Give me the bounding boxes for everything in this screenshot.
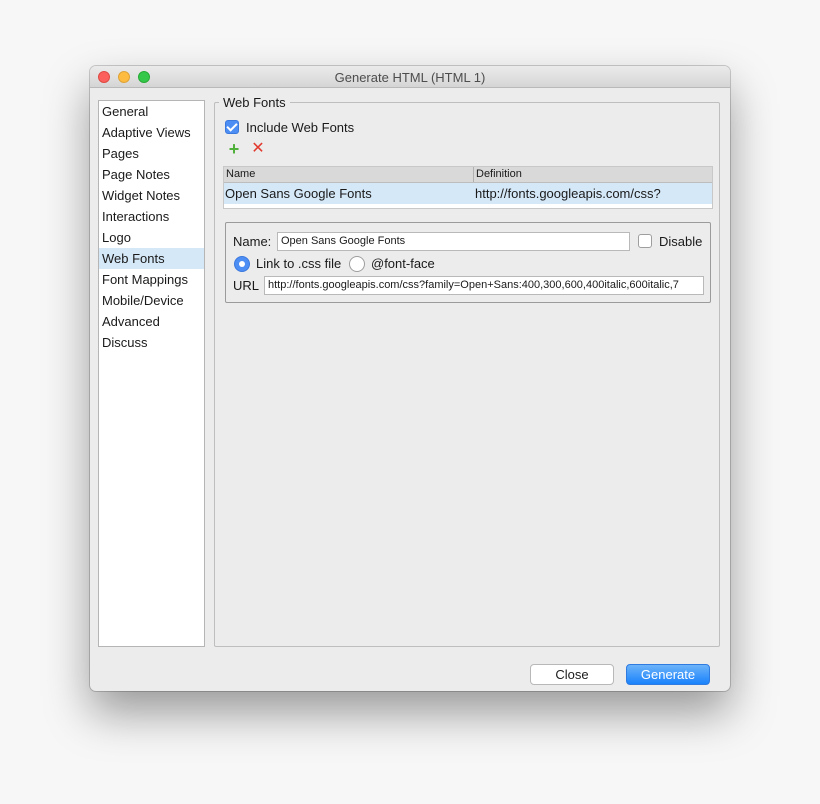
generate-button[interactable]: Generate [626, 664, 710, 685]
link-css-label[interactable]: Link to .css file [256, 256, 341, 271]
table-row[interactable]: Open Sans Google Fonts http://fonts.goog… [224, 183, 712, 204]
include-web-fonts-row[interactable]: Include Web Fonts [225, 118, 354, 136]
font-details-box: Name: Open Sans Google Fonts Disable Lin… [225, 222, 711, 303]
url-field[interactable]: http://fonts.googleapis.com/css?family=O… [264, 276, 704, 295]
sidebar-item-page-notes[interactable]: Page Notes [99, 164, 204, 185]
sidebar-item-discuss[interactable]: Discuss [99, 332, 204, 353]
sidebar-item-advanced[interactable]: Advanced [99, 311, 204, 332]
row-name-cell: Open Sans Google Fonts [225, 186, 372, 201]
sidebar-item-logo[interactable]: Logo [99, 227, 204, 248]
sidebar-item-mobile-device[interactable]: Mobile/Device [99, 290, 204, 311]
generate-html-dialog: Generate HTML (HTML 1) General Adaptive … [90, 66, 730, 691]
sidebar-item-interactions[interactable]: Interactions [99, 206, 204, 227]
sidebar-item-general[interactable]: General [99, 101, 204, 122]
x-icon[interactable]: ✕ [250, 140, 266, 158]
name-label: Name: [233, 234, 272, 249]
row-definition-cell: http://fonts.googleapis.com/css? [475, 186, 661, 201]
sidebar-item-web-fonts[interactable]: Web Fonts [99, 248, 204, 269]
disable-label[interactable]: Disable [659, 234, 702, 249]
sidebar-item-font-mappings[interactable]: Font Mappings [99, 269, 204, 290]
font-name-field[interactable]: Open Sans Google Fonts [277, 232, 630, 251]
sidebar-item-widget-notes[interactable]: Widget Notes [99, 185, 204, 206]
table-header: Name Definition [224, 167, 712, 183]
font-face-label[interactable]: @font-face [371, 256, 435, 271]
web-fonts-panel: Web Fonts Include Web Fonts + ✕ Name Def… [214, 95, 720, 647]
include-web-fonts-label[interactable]: Include Web Fonts [246, 120, 354, 135]
sidebar-item-adaptive-views[interactable]: Adaptive Views [99, 122, 204, 143]
column-header-name[interactable]: Name [224, 167, 474, 182]
font-face-radio[interactable] [349, 256, 365, 272]
window-title: Generate HTML (HTML 1) [334, 70, 486, 85]
settings-sidebar: General Adaptive Views Pages Page Notes … [98, 100, 205, 647]
column-header-definition[interactable]: Definition [474, 167, 522, 182]
url-label: URL [233, 278, 260, 293]
panel-title: Web Fonts [219, 95, 290, 110]
title-bar[interactable]: Generate HTML (HTML 1) [90, 66, 730, 88]
include-web-fonts-checkbox[interactable] [225, 120, 239, 134]
link-css-radio[interactable] [234, 256, 250, 272]
close-button[interactable]: Close [530, 664, 614, 685]
plus-icon[interactable]: + [226, 140, 242, 158]
disable-checkbox[interactable] [638, 234, 652, 248]
sidebar-item-pages[interactable]: Pages [99, 143, 204, 164]
web-fonts-table: Name Definition Open Sans Google Fonts h… [223, 166, 713, 209]
